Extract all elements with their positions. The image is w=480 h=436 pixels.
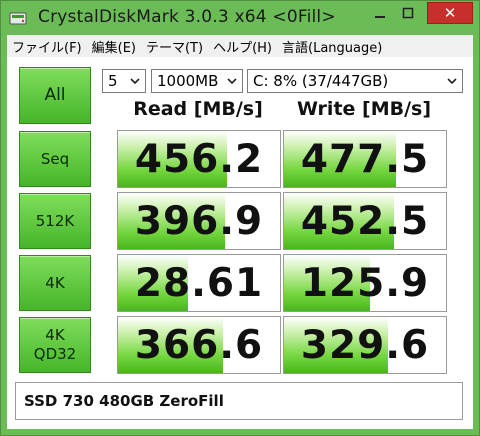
- 4k-test-button[interactable]: 4K: [19, 255, 91, 311]
- 512k-read-value: 396.9: [134, 198, 264, 244]
- test-size-value: 1000MB: [157, 72, 219, 90]
- 4k-write-cell: 125.9: [283, 254, 447, 312]
- 4k-read-cell: 28.61: [117, 254, 281, 312]
- maximize-button[interactable]: [395, 4, 421, 22]
- 512k-write-value: 452.5: [300, 198, 430, 244]
- window-title: CrystalDiskMark 3.0.3 x64 <0Fill>: [38, 7, 336, 27]
- menu-help[interactable]: ヘルプ(H): [208, 37, 277, 56]
- test-size-select[interactable]: 1000MB: [151, 69, 243, 93]
- 4k-qd32-read-value: 366.6: [134, 322, 264, 368]
- seq-test-label: Seq: [40, 149, 70, 168]
- 512k-read-cell: 396.9: [117, 192, 281, 250]
- test-count-value: 5: [108, 72, 118, 90]
- menu-edit[interactable]: 編集(E): [87, 37, 141, 56]
- minimize-button[interactable]: [367, 4, 393, 22]
- app-disk-icon: [9, 10, 27, 26]
- maximize-icon: [402, 7, 414, 19]
- test-count-select[interactable]: 5: [102, 69, 146, 93]
- title-bar[interactable]: CrystalDiskMark 3.0.3 x64 <0Fill> ✕: [1, 1, 479, 35]
- seq-write-cell: 477.5: [283, 130, 447, 188]
- seq-read-cell: 456.2: [117, 130, 281, 188]
- minimize-icon: [375, 16, 385, 18]
- comment-field[interactable]: SSD 730 480GB ZeroFill: [15, 382, 463, 420]
- 4k-qd32-label-line2: QD32: [33, 345, 77, 363]
- chevron-down-icon: [227, 78, 237, 85]
- 4k-write-value: 125.9: [300, 260, 430, 306]
- 512k-test-label: 512K: [35, 211, 75, 230]
- seq-read-value: 456.2: [134, 136, 264, 182]
- close-button[interactable]: ✕: [427, 2, 473, 24]
- 4k-qd32-write-value: 329.6: [300, 322, 430, 368]
- run-all-button[interactable]: All: [19, 67, 91, 124]
- seq-write-value: 477.5: [300, 136, 430, 182]
- write-header: Write [MB/s]: [296, 98, 432, 120]
- main-panel: All 5 1000MB C: 8% (37/447GB) Read [MB/s…: [7, 57, 473, 429]
- 4k-qd32-label-line1: 4K: [45, 326, 65, 344]
- seq-test-button[interactable]: Seq: [19, 131, 91, 187]
- menu-bar: ファイル(F) 編集(E) テーマ(T) ヘルプ(H) 言語(Language): [7, 35, 473, 57]
- 4k-qd32-test-button[interactable]: 4K QD32: [19, 317, 91, 373]
- 4k-test-label: 4K: [45, 273, 65, 292]
- menu-language[interactable]: 言語(Language): [277, 37, 387, 56]
- chevron-down-icon: [130, 78, 140, 85]
- 4k-qd32-write-cell: 329.6: [283, 316, 447, 374]
- read-header: Read [MB/s]: [133, 98, 263, 120]
- chevron-down-icon: [447, 78, 457, 85]
- menu-theme[interactable]: テーマ(T): [141, 37, 208, 56]
- 4k-read-value: 28.61: [134, 260, 264, 306]
- 4k-qd32-read-cell: 366.6: [117, 316, 281, 374]
- 512k-test-button[interactable]: 512K: [19, 193, 91, 249]
- app-window: CrystalDiskMark 3.0.3 x64 <0Fill> ✕ ファイル…: [0, 0, 480, 436]
- 512k-write-cell: 452.5: [283, 192, 447, 250]
- comment-text: SSD 730 480GB ZeroFill: [24, 392, 224, 410]
- close-icon: ✕: [443, 4, 457, 22]
- run-all-label: All: [44, 85, 66, 105]
- menu-file[interactable]: ファイル(F): [7, 37, 87, 56]
- drive-value: C: 8% (37/447GB): [253, 72, 389, 90]
- drive-select[interactable]: C: 8% (37/447GB): [247, 69, 463, 93]
